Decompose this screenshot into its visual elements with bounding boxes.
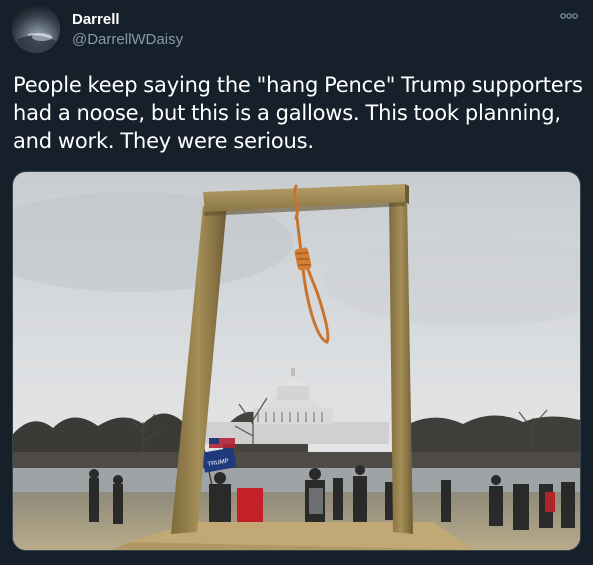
gallows-photo: TRUMP [13,172,580,550]
avatar-image [12,5,60,53]
more-options-icon[interactable] [559,8,579,24]
tweet-card: Darrell @DarrellWDaisy People keep sayin… [0,0,593,565]
author-handle[interactable]: @DarrellWDaisy [72,31,183,48]
tweet-text: People keep saying the "hang Pence" Trum… [13,73,583,153]
tweet-photo[interactable]: TRUMP [12,171,581,551]
author-display-name[interactable]: Darrell [72,11,120,28]
avatar[interactable] [12,5,60,53]
